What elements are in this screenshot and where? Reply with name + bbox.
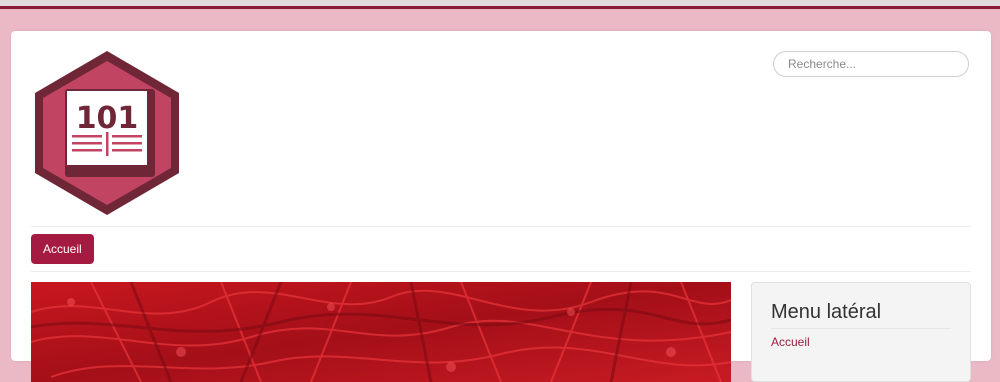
logo-text: 101 — [76, 101, 139, 136]
hero-image — [31, 282, 731, 382]
page-container: 101 Accueil — [11, 31, 991, 382]
search-input[interactable] — [773, 51, 969, 77]
sidebar-panel: Menu latéral Accueil — [751, 282, 971, 382]
sidebar-link-accueil[interactable]: Accueil — [771, 335, 810, 349]
sidebar-title-divider — [771, 328, 951, 329]
nav-divider — [31, 271, 971, 272]
nav-item-accueil[interactable]: Accueil — [31, 234, 94, 264]
header-divider — [31, 226, 971, 227]
top-accent-bar — [0, 6, 1000, 9]
sidebar-title: Menu latéral — [771, 301, 882, 323]
site-logo[interactable]: 101 — [31, 49, 183, 217]
